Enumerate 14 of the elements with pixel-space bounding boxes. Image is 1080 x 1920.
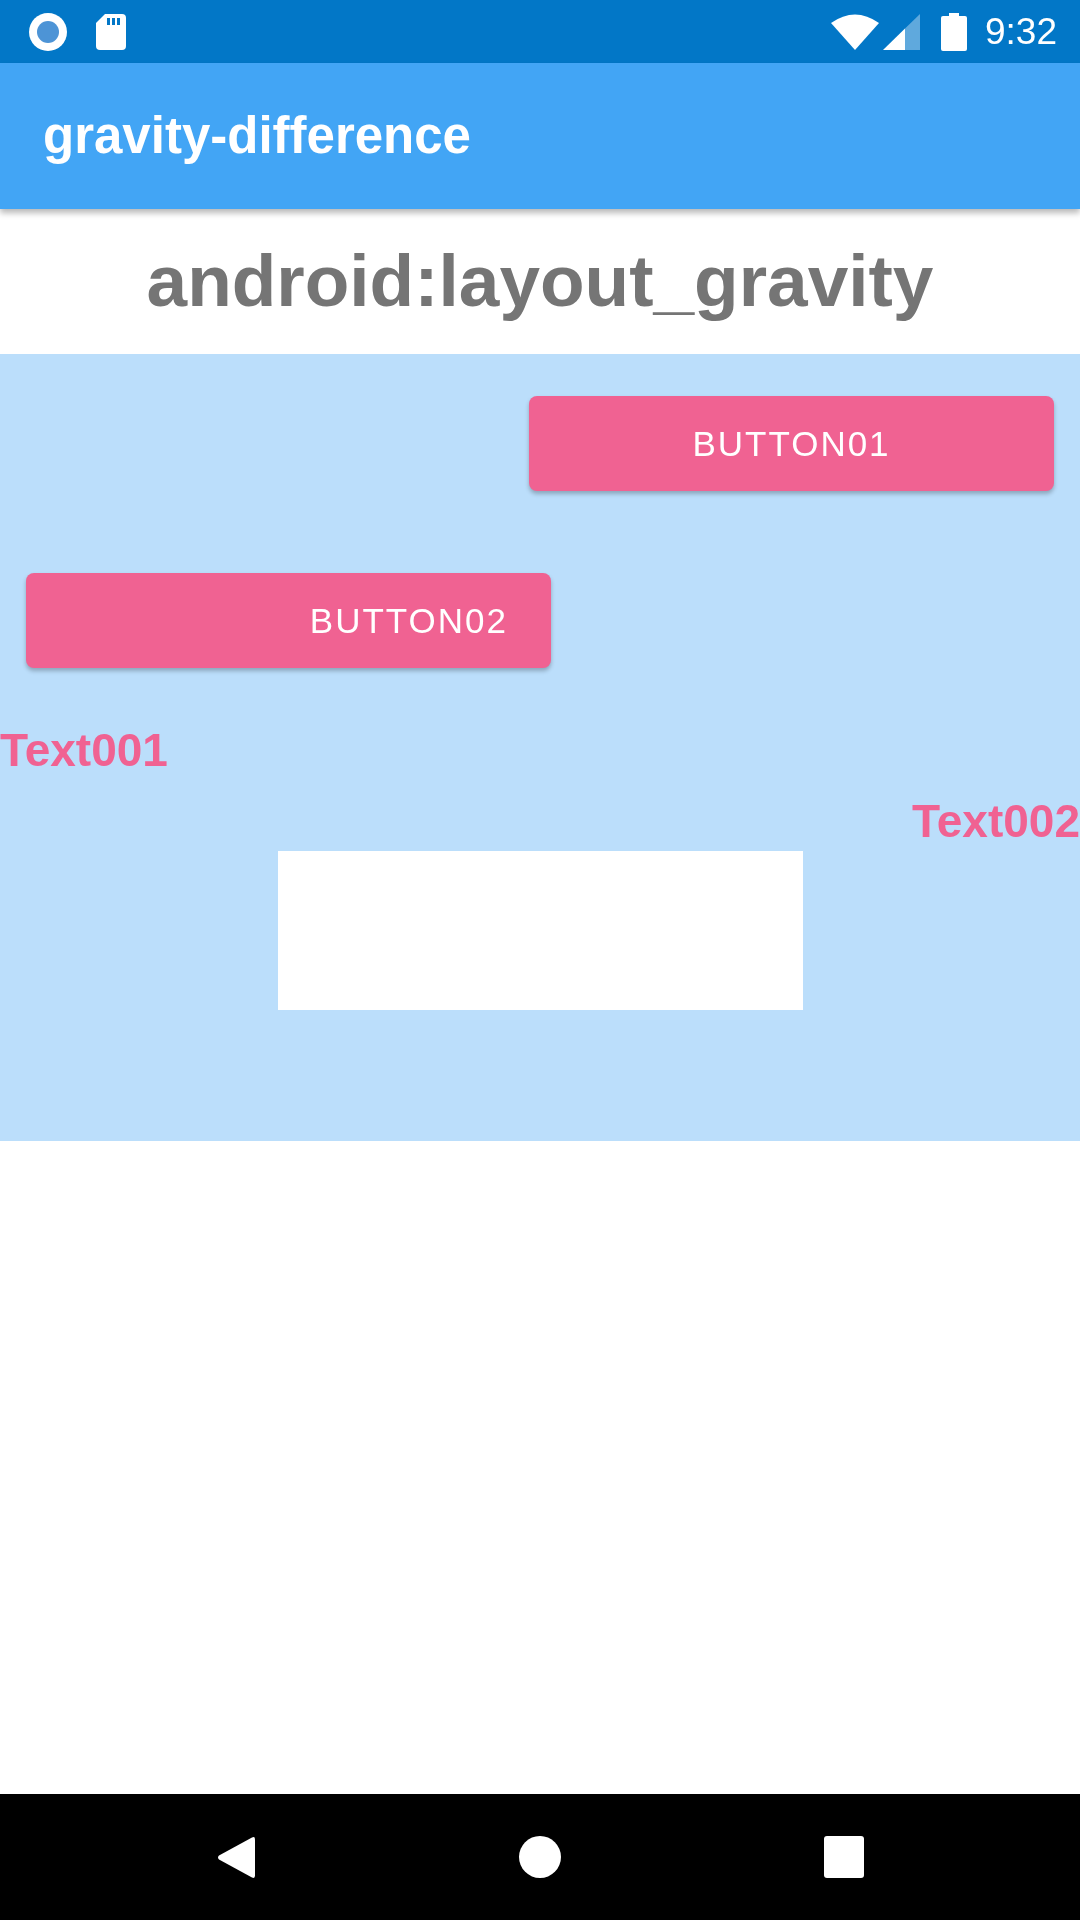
heading: android:layout_gravity (146, 241, 934, 322)
button[interactable]: BUTTON02 (26, 573, 551, 668)
button[interactable]: BUTTON01 (529, 396, 1054, 491)
back-icon[interactable] (217, 1835, 255, 1879)
signal-icon (883, 13, 920, 50)
wifi-icon (831, 13, 879, 50)
battery-icon (941, 12, 967, 51)
ring-dot-icon (29, 12, 67, 51)
home-icon[interactable] (519, 1836, 561, 1878)
text-label: Text001 (0, 723, 168, 778)
sd-card-icon (96, 13, 126, 50)
text-label: Text002 (912, 794, 1080, 849)
clock-time: 9:32 (985, 13, 1057, 50)
app-title: gravity-difference (43, 106, 471, 167)
